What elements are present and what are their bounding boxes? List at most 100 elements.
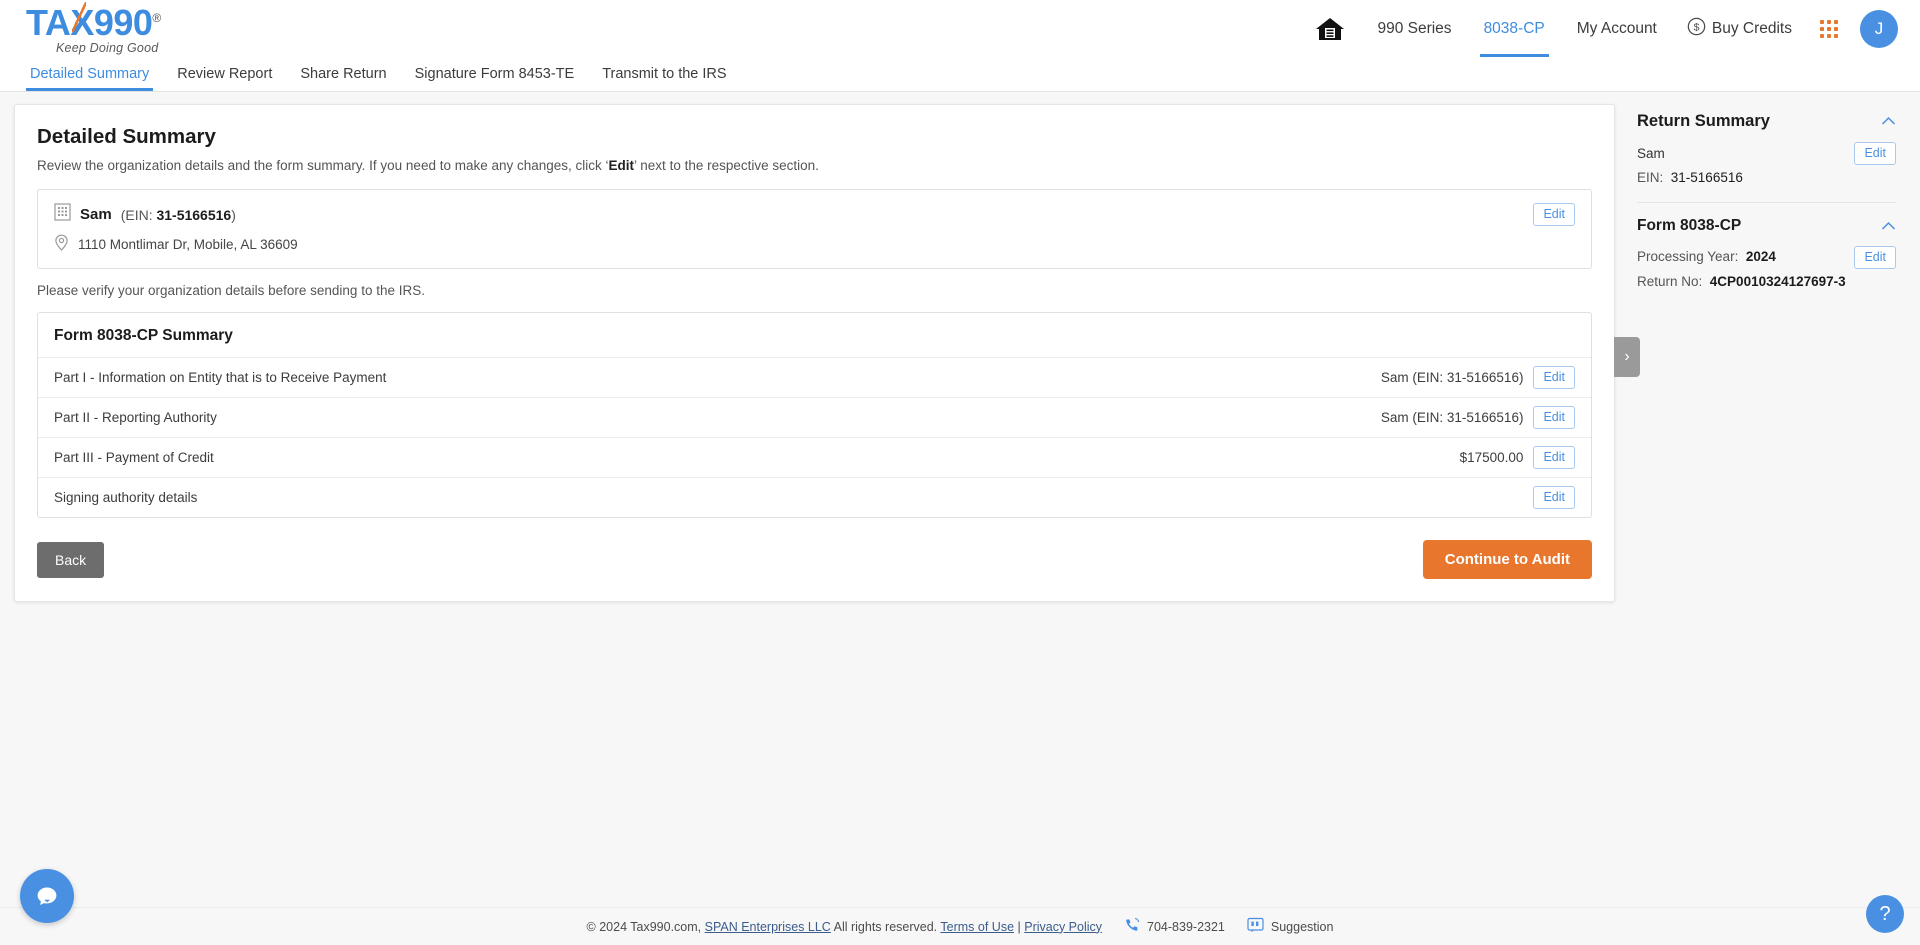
summary-row-signing-authority: Signing authority details Edit xyxy=(38,477,1591,517)
copyright-text: © 2024 Tax990.com, SPAN Enterprises LLC … xyxy=(587,920,1103,934)
sidebar-ein-value: 31-5166516 xyxy=(1670,170,1743,185)
sidebar-processing-year-row: Processing Year: 2024 Edit xyxy=(1637,246,1896,269)
footer-suggestion[interactable]: Suggestion xyxy=(1247,917,1334,936)
chevron-up-icon[interactable] xyxy=(1881,219,1896,234)
avatar[interactable]: J xyxy=(1860,9,1898,48)
dollar-circle-icon: $ xyxy=(1687,17,1706,41)
sidebar-ein-row: EIN: 31-5166516 xyxy=(1637,170,1896,185)
tab-review-report[interactable]: Review Report xyxy=(163,57,286,91)
form-summary-title: Form 8038-CP Summary xyxy=(54,327,233,344)
edit-part-2-button[interactable]: Edit xyxy=(1533,406,1575,429)
avatar-initial: J xyxy=(1874,18,1884,38)
sidebar-divider xyxy=(1637,202,1896,203)
nav-item-my-account[interactable]: My Account xyxy=(1561,0,1673,57)
logo-text: TAX990® xyxy=(26,1,161,43)
sidebar-edit-org-button[interactable]: Edit xyxy=(1854,142,1896,165)
return-summary-sidebar: Return Summary Sam Edit EIN: 31-5166516 … xyxy=(1615,92,1920,292)
chevron-up-icon[interactable] xyxy=(1881,114,1896,129)
ein-value: 31-5166516 xyxy=(156,206,232,223)
nav-label: 8038-CP xyxy=(1483,19,1545,37)
app-header: TAX990® Keep Doing Good 990 Series 8038-… xyxy=(0,0,1920,57)
organization-address: 1110 Montlimar Dr, Mobile, AL 36609 xyxy=(78,237,298,252)
help-button[interactable]: ? xyxy=(1866,895,1904,933)
summary-row-right: $17500.00 Edit xyxy=(1460,446,1575,469)
edit-part-1-button[interactable]: Edit xyxy=(1533,366,1575,389)
ein-suffix: ) xyxy=(231,206,236,223)
summary-row-label: Part I - Information on Entity that is t… xyxy=(54,370,387,385)
logo-x-glyph: X xyxy=(70,1,94,43)
footer-phone[interactable]: 704-839-2321 xyxy=(1124,917,1225,936)
organization-name: Sam xyxy=(80,206,112,223)
tab-detailed-summary[interactable]: Detailed Summary xyxy=(16,57,163,91)
tab-label: Signature Form 8453-TE xyxy=(414,66,575,82)
sidebar-edit-form-button[interactable]: Edit xyxy=(1854,246,1896,269)
ein-prefix: (EIN: xyxy=(120,206,157,223)
continue-to-audit-button[interactable]: Continue to Audit xyxy=(1422,540,1592,579)
footer-suggestion-label: Suggestion xyxy=(1270,919,1334,934)
svg-text:$: $ xyxy=(1693,22,1699,33)
section-tabbar: Detailed Summary Review Report Share Ret… xyxy=(0,57,1920,92)
tab-share-return[interactable]: Share Return xyxy=(286,57,400,91)
subtitle-pre: Review the organization details and the … xyxy=(37,158,609,173)
logo-text-part1: TA xyxy=(26,1,71,43)
edit-organization-button[interactable]: Edit xyxy=(1533,203,1575,226)
sidebar-ein-label: EIN: xyxy=(1637,170,1664,185)
logo[interactable]: TAX990® Keep Doing Good xyxy=(26,1,161,55)
tab-label: Review Report xyxy=(177,66,273,82)
apps-grid-icon[interactable] xyxy=(1806,19,1852,38)
copyright-post: All rights reserved. xyxy=(830,919,941,934)
action-bar: Back Continue to Audit xyxy=(37,540,1592,579)
sidebar-org-name: Sam xyxy=(1637,146,1665,161)
subtitle-post: ’ next to the respective section. xyxy=(634,158,819,173)
app-footer: © 2024 Tax990.com, SPAN Enterprises LLC … xyxy=(0,907,1920,945)
sidebar-org-row: Sam Edit xyxy=(1637,142,1896,165)
page-title: Detailed Summary xyxy=(37,125,216,148)
form-summary-box: Form 8038-CP Summary Part I - Informatio… xyxy=(37,312,1592,518)
nav-item-8038-cp[interactable]: 8038-CP xyxy=(1468,0,1561,57)
summary-row-label: Part II - Reporting Authority xyxy=(54,410,217,425)
tab-transmit-to-the-irs[interactable]: Transmit to the IRS xyxy=(588,57,740,91)
tab-label: Transmit to the IRS xyxy=(602,66,727,82)
home-icon[interactable] xyxy=(1299,16,1361,42)
summary-row-right: Sam (EIN: 31-5166516) Edit xyxy=(1381,366,1575,389)
organization-ein: (EIN: 31-5166516) xyxy=(121,207,236,223)
tab-signature-form-8453-te[interactable]: Signature Form 8453-TE xyxy=(401,57,589,91)
main-column: Detailed Summary Review the organization… xyxy=(0,92,1640,602)
return-no-value: 4CP0010324127697-3 xyxy=(1709,274,1846,289)
page-body: Detailed Summary Review the organization… xyxy=(0,92,1920,945)
summary-row-value: Sam (EIN: 31-5166516) xyxy=(1380,410,1524,425)
quote-chat-icon xyxy=(1247,917,1264,936)
summary-row-value: Sam (EIN: 31-5166516) xyxy=(1380,370,1524,385)
sidebar-form-header: Form 8038-CP xyxy=(1637,217,1896,235)
edit-signing-authority-button[interactable]: Edit xyxy=(1533,486,1575,509)
nav-label: My Account xyxy=(1576,19,1657,37)
chevron-right-icon[interactable]: › xyxy=(1614,337,1640,377)
sidebar-return-no-row: Return No: 4CP0010324127697-3 xyxy=(1637,274,1896,289)
footer-separator: | xyxy=(1014,919,1025,934)
summary-row-part-2: Part II - Reporting Authority Sam (EIN: … xyxy=(38,397,1591,437)
organization-address-line: 1110 Montlimar Dr, Mobile, AL 36609 xyxy=(54,234,298,255)
registered-mark: ® xyxy=(152,10,161,25)
nav-item-990-series[interactable]: 990 Series xyxy=(1361,0,1467,57)
main-nav: 990 Series 8038-CP My Account $ Buy Cred… xyxy=(1299,0,1898,57)
edit-part-3-button[interactable]: Edit xyxy=(1533,446,1575,469)
summary-row-part-1: Part I - Information on Entity that is t… xyxy=(38,357,1591,397)
privacy-policy-link[interactable]: Privacy Policy xyxy=(1024,920,1102,934)
back-button[interactable]: Back xyxy=(37,541,105,578)
terms-of-use-link[interactable]: Terms of Use xyxy=(940,920,1014,934)
tab-label: Share Return xyxy=(300,66,387,82)
return-no-label: Return No: xyxy=(1637,274,1703,289)
sidebar-processing-year: Processing Year: 2024 xyxy=(1637,249,1776,264)
chat-bubble-icon[interactable] xyxy=(20,869,74,923)
phone-icon xyxy=(1124,917,1140,936)
return-summary-header: Return Summary xyxy=(1637,112,1896,131)
buy-credits-label: Buy Credits xyxy=(1711,19,1792,37)
buy-credits-button[interactable]: $ Buy Credits xyxy=(1673,17,1806,41)
logo-tagline: Keep Doing Good xyxy=(56,40,159,55)
summary-row-part-3: Part III - Payment of Credit $17500.00 E… xyxy=(38,437,1591,477)
span-enterprises-link[interactable]: SPAN Enterprises LLC xyxy=(705,920,831,934)
processing-year-label: Processing Year: xyxy=(1637,248,1739,264)
subtitle-emphasis: Edit xyxy=(608,158,635,173)
page-subtitle: Review the organization details and the … xyxy=(37,158,1592,173)
summary-row-label: Part III - Payment of Credit xyxy=(54,450,214,465)
